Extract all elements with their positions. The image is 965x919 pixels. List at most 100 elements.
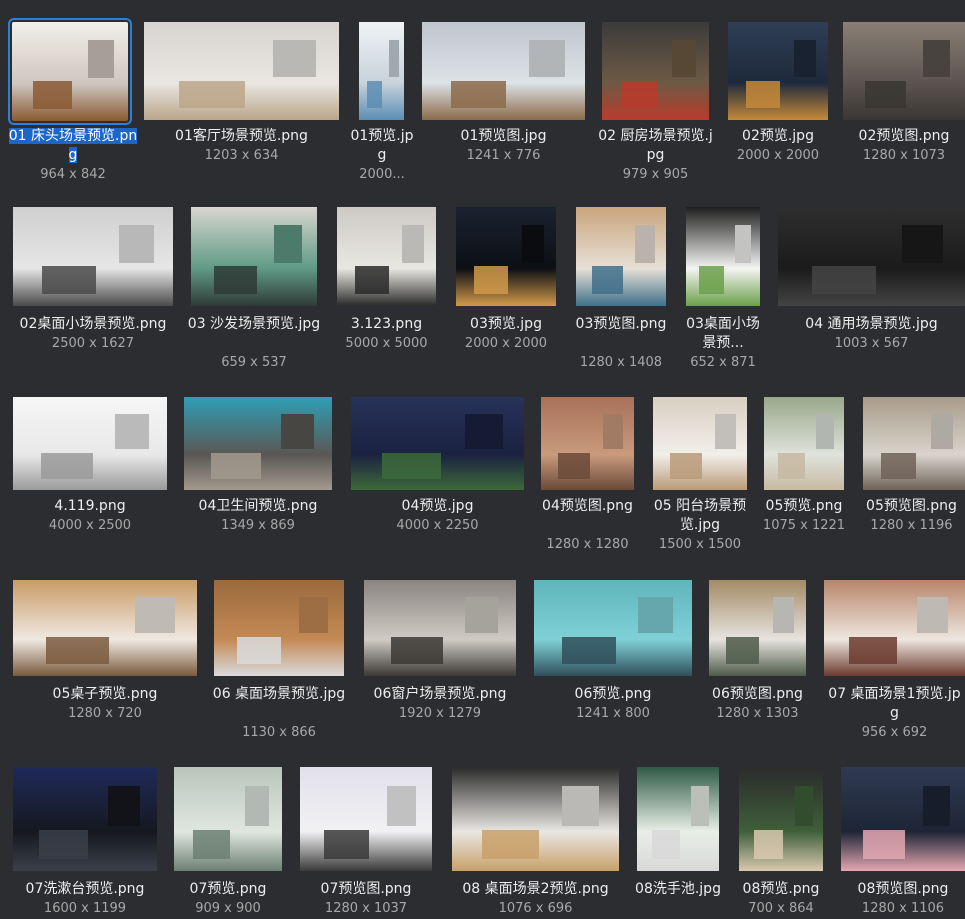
file-thumbnail[interactable]	[841, 767, 965, 871]
thumbnail-scene-object	[621, 81, 657, 108]
file-name-text: 01 床头场景预览.png	[8, 128, 138, 163]
file-name[interactable]: 07洗漱台预览.png	[8, 880, 162, 899]
file-name[interactable]: 08洗手池.jpg	[631, 880, 725, 899]
file-name[interactable]: 07 桌面场景1预览.jpg	[824, 685, 965, 723]
file-name[interactable]: 03预览图.png	[570, 315, 672, 334]
file-thumbnail[interactable]	[602, 22, 709, 120]
thumbnail-scene-object	[902, 225, 943, 263]
file-name[interactable]: 01预览.jpg	[350, 127, 414, 165]
file-name[interactable]: 04 通用场景预览.jpg	[778, 315, 965, 334]
file-thumbnail[interactable]	[364, 580, 516, 676]
file-name-text: 07预览.png	[189, 881, 267, 897]
thumbnail-scene-object	[482, 830, 539, 859]
thumbnail-scene-object	[299, 597, 328, 633]
file-name[interactable]: 05预览.png	[758, 497, 850, 516]
file-name[interactable]: 08 桌面场景2预览.png	[448, 880, 623, 899]
file-thumbnail[interactable]	[541, 397, 634, 490]
thumbnail-scene-object	[558, 453, 590, 479]
file-dimensions: 1130 x 866	[242, 725, 316, 740]
file-thumbnail[interactable]	[13, 767, 157, 871]
file-name[interactable]: 4.119.png	[8, 497, 172, 516]
file-name[interactable]: 02 厨房场景预览.jpg	[595, 127, 716, 165]
file-name-text: 3.123.png	[350, 316, 423, 332]
file-name[interactable]: 08预览.png	[733, 880, 829, 899]
file-thumbnail[interactable]	[422, 22, 585, 120]
file-name[interactable]: 05预览图.png	[858, 497, 965, 516]
thumbnail-scene-object	[773, 597, 794, 633]
file-thumbnail[interactable]	[13, 207, 173, 306]
file-name[interactable]: 06 桌面场景预览.jpg	[206, 685, 352, 704]
file-name-text: 03 沙发场景预览.jpg	[187, 316, 321, 332]
file-dimensions: 1203 x 634	[204, 148, 279, 163]
file-thumbnail[interactable]	[824, 580, 965, 676]
file-thumbnail[interactable]	[13, 397, 167, 490]
thumbnail-scene-object	[451, 81, 506, 108]
thumbnail-scene-object	[795, 786, 813, 826]
file-dimensions: 4000 x 2250	[396, 518, 479, 533]
file-name[interactable]: 08预览图.png	[841, 880, 965, 899]
file-thumbnail[interactable]	[653, 397, 747, 490]
file-name[interactable]: 06窗户场景预览.png	[360, 685, 520, 704]
file-thumbnail[interactable]	[300, 767, 432, 871]
file-name[interactable]: 03 沙发场景预览.jpg	[185, 315, 323, 334]
file-name[interactable]: 05桌子预览.png	[8, 685, 202, 704]
file-name[interactable]: 02预览图.png	[843, 127, 965, 146]
file-name[interactable]: 01客厅场景预览.png	[144, 127, 339, 146]
file-thumbnail[interactable]	[739, 767, 823, 871]
thumbnail-scene-object	[638, 597, 673, 633]
file-name[interactable]: 03预览.jpg	[450, 315, 562, 334]
thumbnail-scene-object	[389, 40, 399, 77]
file-name[interactable]: 02预览.jpg	[722, 127, 834, 146]
file-name[interactable]: 04预览图.png	[535, 497, 640, 516]
file-thumbnail[interactable]	[184, 397, 332, 490]
file-thumbnail[interactable]	[534, 580, 692, 676]
thumbnail-scene-object	[367, 81, 382, 108]
file-name-text: 06 桌面场景预览.jpg	[212, 686, 346, 702]
file-name[interactable]: 01 床头场景预览.png	[8, 127, 138, 165]
file-name[interactable]: 04预览.jpg	[351, 497, 524, 516]
file-thumbnail[interactable]	[174, 767, 282, 871]
file-name[interactable]: 06预览.png	[534, 685, 692, 704]
file-thumbnail[interactable]	[728, 22, 828, 120]
file-thumbnail[interactable]	[13, 580, 197, 676]
file-name[interactable]: 04卫生间预览.png	[184, 497, 332, 516]
file-thumbnail[interactable]	[843, 22, 965, 120]
file-name[interactable]: 07预览图.png	[296, 880, 436, 899]
file-thumbnail[interactable]	[8, 18, 132, 125]
file-name-text: 06窗户场景预览.png	[373, 686, 507, 702]
file-thumbnail[interactable]	[778, 207, 965, 306]
file-thumbnail[interactable]	[764, 397, 844, 490]
file-thumbnail[interactable]	[214, 580, 344, 676]
file-name[interactable]: 07预览.png	[170, 880, 286, 899]
file-dimensions: 652 x 871	[690, 355, 756, 370]
file-thumbnail[interactable]	[637, 767, 719, 871]
file-thumbnail[interactable]	[576, 207, 666, 306]
file-thumbnail[interactable]	[456, 207, 556, 306]
file-thumbnail[interactable]	[337, 207, 436, 306]
file-thumbnail[interactable]	[359, 22, 404, 120]
file-name[interactable]: 02桌面小场景预览.png	[8, 315, 178, 334]
file-dimensions: 1075 x 1221	[762, 518, 846, 533]
file-thumbnail[interactable]	[686, 207, 760, 306]
file-thumbnail[interactable]	[863, 397, 965, 490]
file-name-text: 01预览图.jpg	[460, 128, 547, 144]
thumbnail-scene-object	[816, 414, 834, 449]
file-thumbnail[interactable]	[144, 22, 339, 120]
thumbnail-scene-object	[917, 597, 948, 633]
file-name[interactable]: 05 阳台场景预览.jpg	[648, 497, 752, 535]
file-name-text: 06预览.png	[574, 686, 652, 702]
file-name[interactable]: 03桌面小场景预...	[680, 315, 766, 353]
file-name-text: 02桌面小场景预览.png	[19, 316, 167, 332]
file-name-text: 08预览图.png	[857, 881, 949, 897]
file-thumbnail[interactable]	[351, 397, 524, 490]
file-thumbnail[interactable]	[709, 580, 806, 676]
file-name[interactable]: 01预览图.jpg	[422, 127, 585, 146]
thumbnail-scene-object	[931, 414, 953, 449]
file-name-text: 05预览.png	[765, 498, 843, 514]
file-name[interactable]: 06预览图.png	[702, 685, 813, 704]
thumbnail-scene-object	[474, 266, 508, 294]
thumbnail-scene-object	[603, 414, 623, 449]
file-name[interactable]: 3.123.png	[330, 315, 443, 334]
file-thumbnail[interactable]	[452, 767, 619, 871]
file-thumbnail[interactable]	[191, 207, 317, 306]
